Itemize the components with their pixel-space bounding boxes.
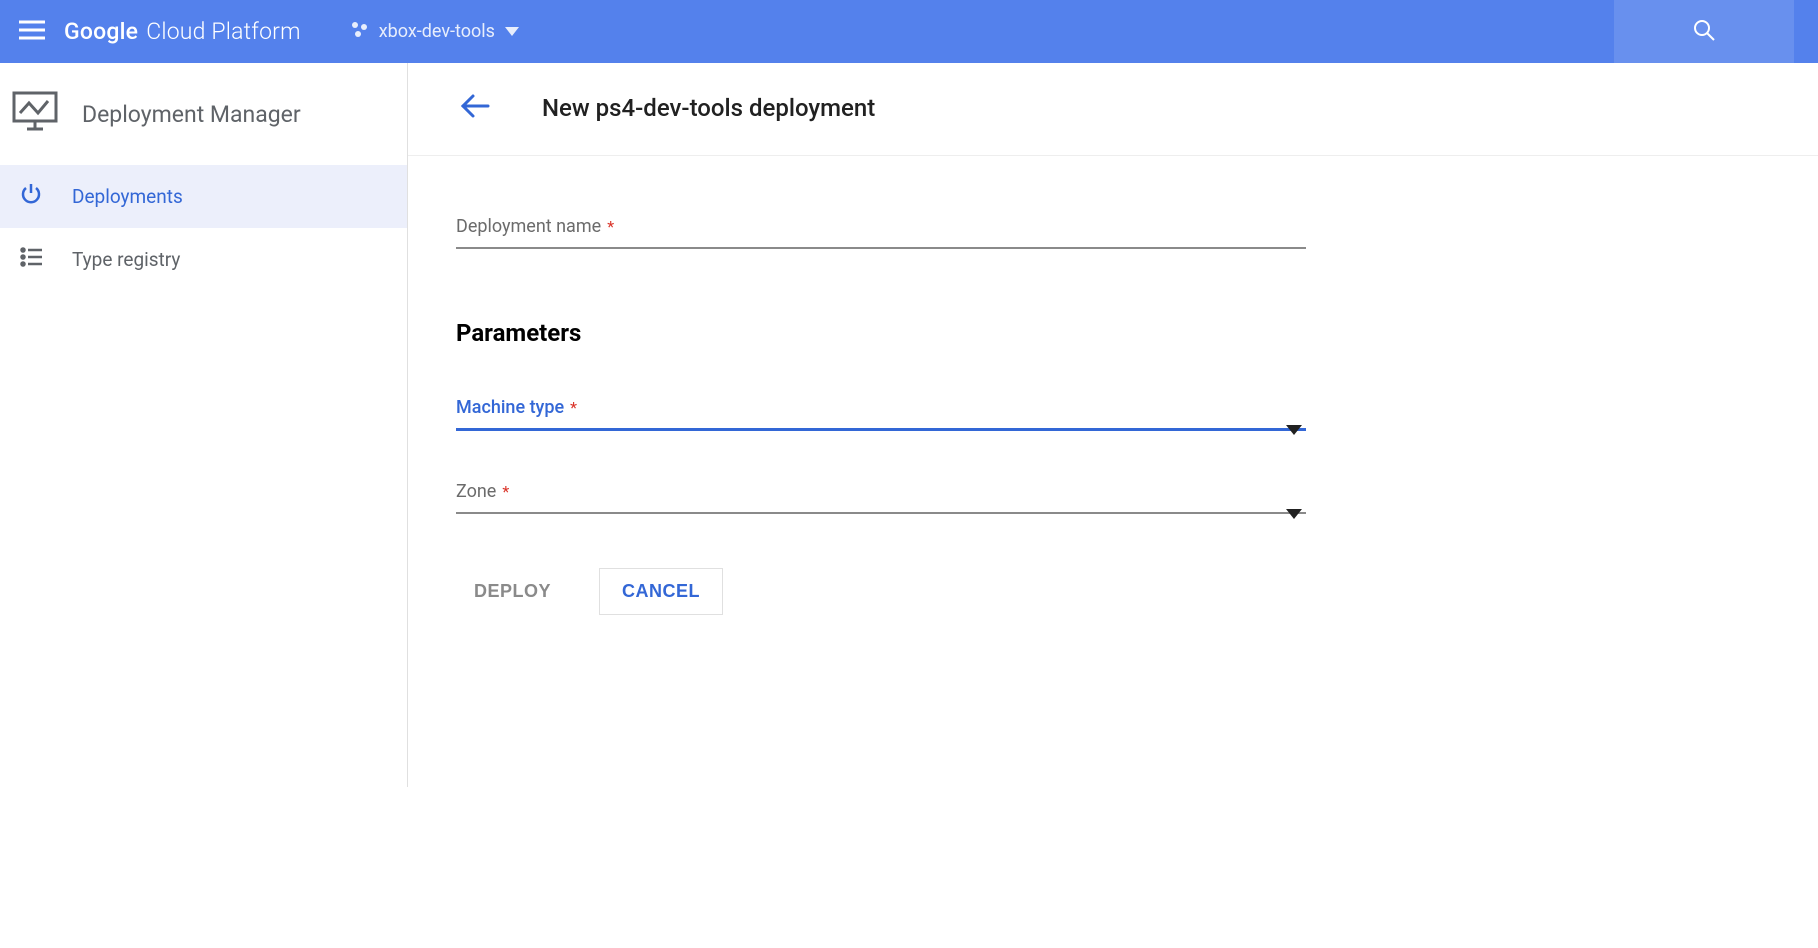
brand-google: Google — [64, 18, 138, 45]
sidebar-item-label: Type registry — [72, 248, 180, 271]
main-content: New ps4-dev-tools deployment Deployment … — [408, 63, 1818, 655]
deployment-form: Deployment name * Parameters Machine type… — [408, 156, 1348, 655]
deployment-manager-icon — [12, 91, 58, 137]
required-marker: * — [607, 217, 614, 236]
sidebar-header: Deployment Manager — [0, 63, 407, 165]
brand-rest: Cloud Platform — [146, 18, 301, 45]
deployment-name-input-line[interactable] — [456, 247, 1306, 249]
service-title: Deployment Manager — [82, 101, 301, 128]
deploy-button[interactable]: DEPLOY — [456, 569, 569, 614]
nav-menu-button[interactable] — [0, 0, 64, 63]
search-button[interactable] — [1614, 0, 1794, 63]
machine-type-field[interactable]: Machine type * — [456, 397, 1308, 431]
required-marker: * — [570, 398, 577, 417]
zone-label: Zone — [456, 481, 496, 502]
zone-field[interactable]: Zone * — [456, 481, 1308, 514]
dropdown-caret-icon — [1286, 422, 1302, 441]
power-icon — [20, 183, 42, 210]
top-app-bar: Google Cloud Platform xbox-dev-tools — [0, 0, 1818, 63]
page-title: New ps4-dev-tools deployment — [542, 94, 875, 122]
project-picker[interactable]: xbox-dev-tools — [349, 0, 519, 63]
required-marker: * — [502, 482, 509, 501]
sidebar-item-label: Deployments — [72, 185, 183, 208]
form-actions: DEPLOY CANCEL — [456, 568, 1308, 615]
deployment-name-label: Deployment name — [456, 216, 601, 237]
zone-select-line[interactable] — [456, 512, 1306, 514]
brand-logo[interactable]: Google Cloud Platform — [64, 18, 301, 45]
search-icon — [1693, 19, 1715, 45]
main-header: New ps4-dev-tools deployment — [408, 63, 1818, 156]
back-button[interactable] — [456, 89, 494, 127]
sidebar-item-deployments[interactable]: Deployments — [0, 165, 407, 228]
sidebar: Deployment Manager Deployments Type regi… — [0, 63, 408, 787]
sidebar-item-type-registry[interactable]: Type registry — [0, 228, 407, 291]
list-icon — [20, 246, 42, 273]
machine-type-select-line[interactable] — [456, 428, 1306, 431]
hamburger-icon — [19, 20, 45, 44]
machine-type-label: Machine type — [456, 397, 564, 418]
dropdown-caret-icon — [505, 21, 519, 42]
deployment-name-field[interactable]: Deployment name * — [456, 216, 1308, 249]
dropdown-caret-icon — [1286, 506, 1302, 525]
project-picker-name: xbox-dev-tools — [379, 21, 495, 42]
cancel-button[interactable]: CANCEL — [599, 568, 723, 615]
parameters-heading: Parameters — [456, 319, 1308, 347]
arrow-left-icon — [460, 93, 490, 123]
project-picker-icon — [349, 19, 369, 44]
